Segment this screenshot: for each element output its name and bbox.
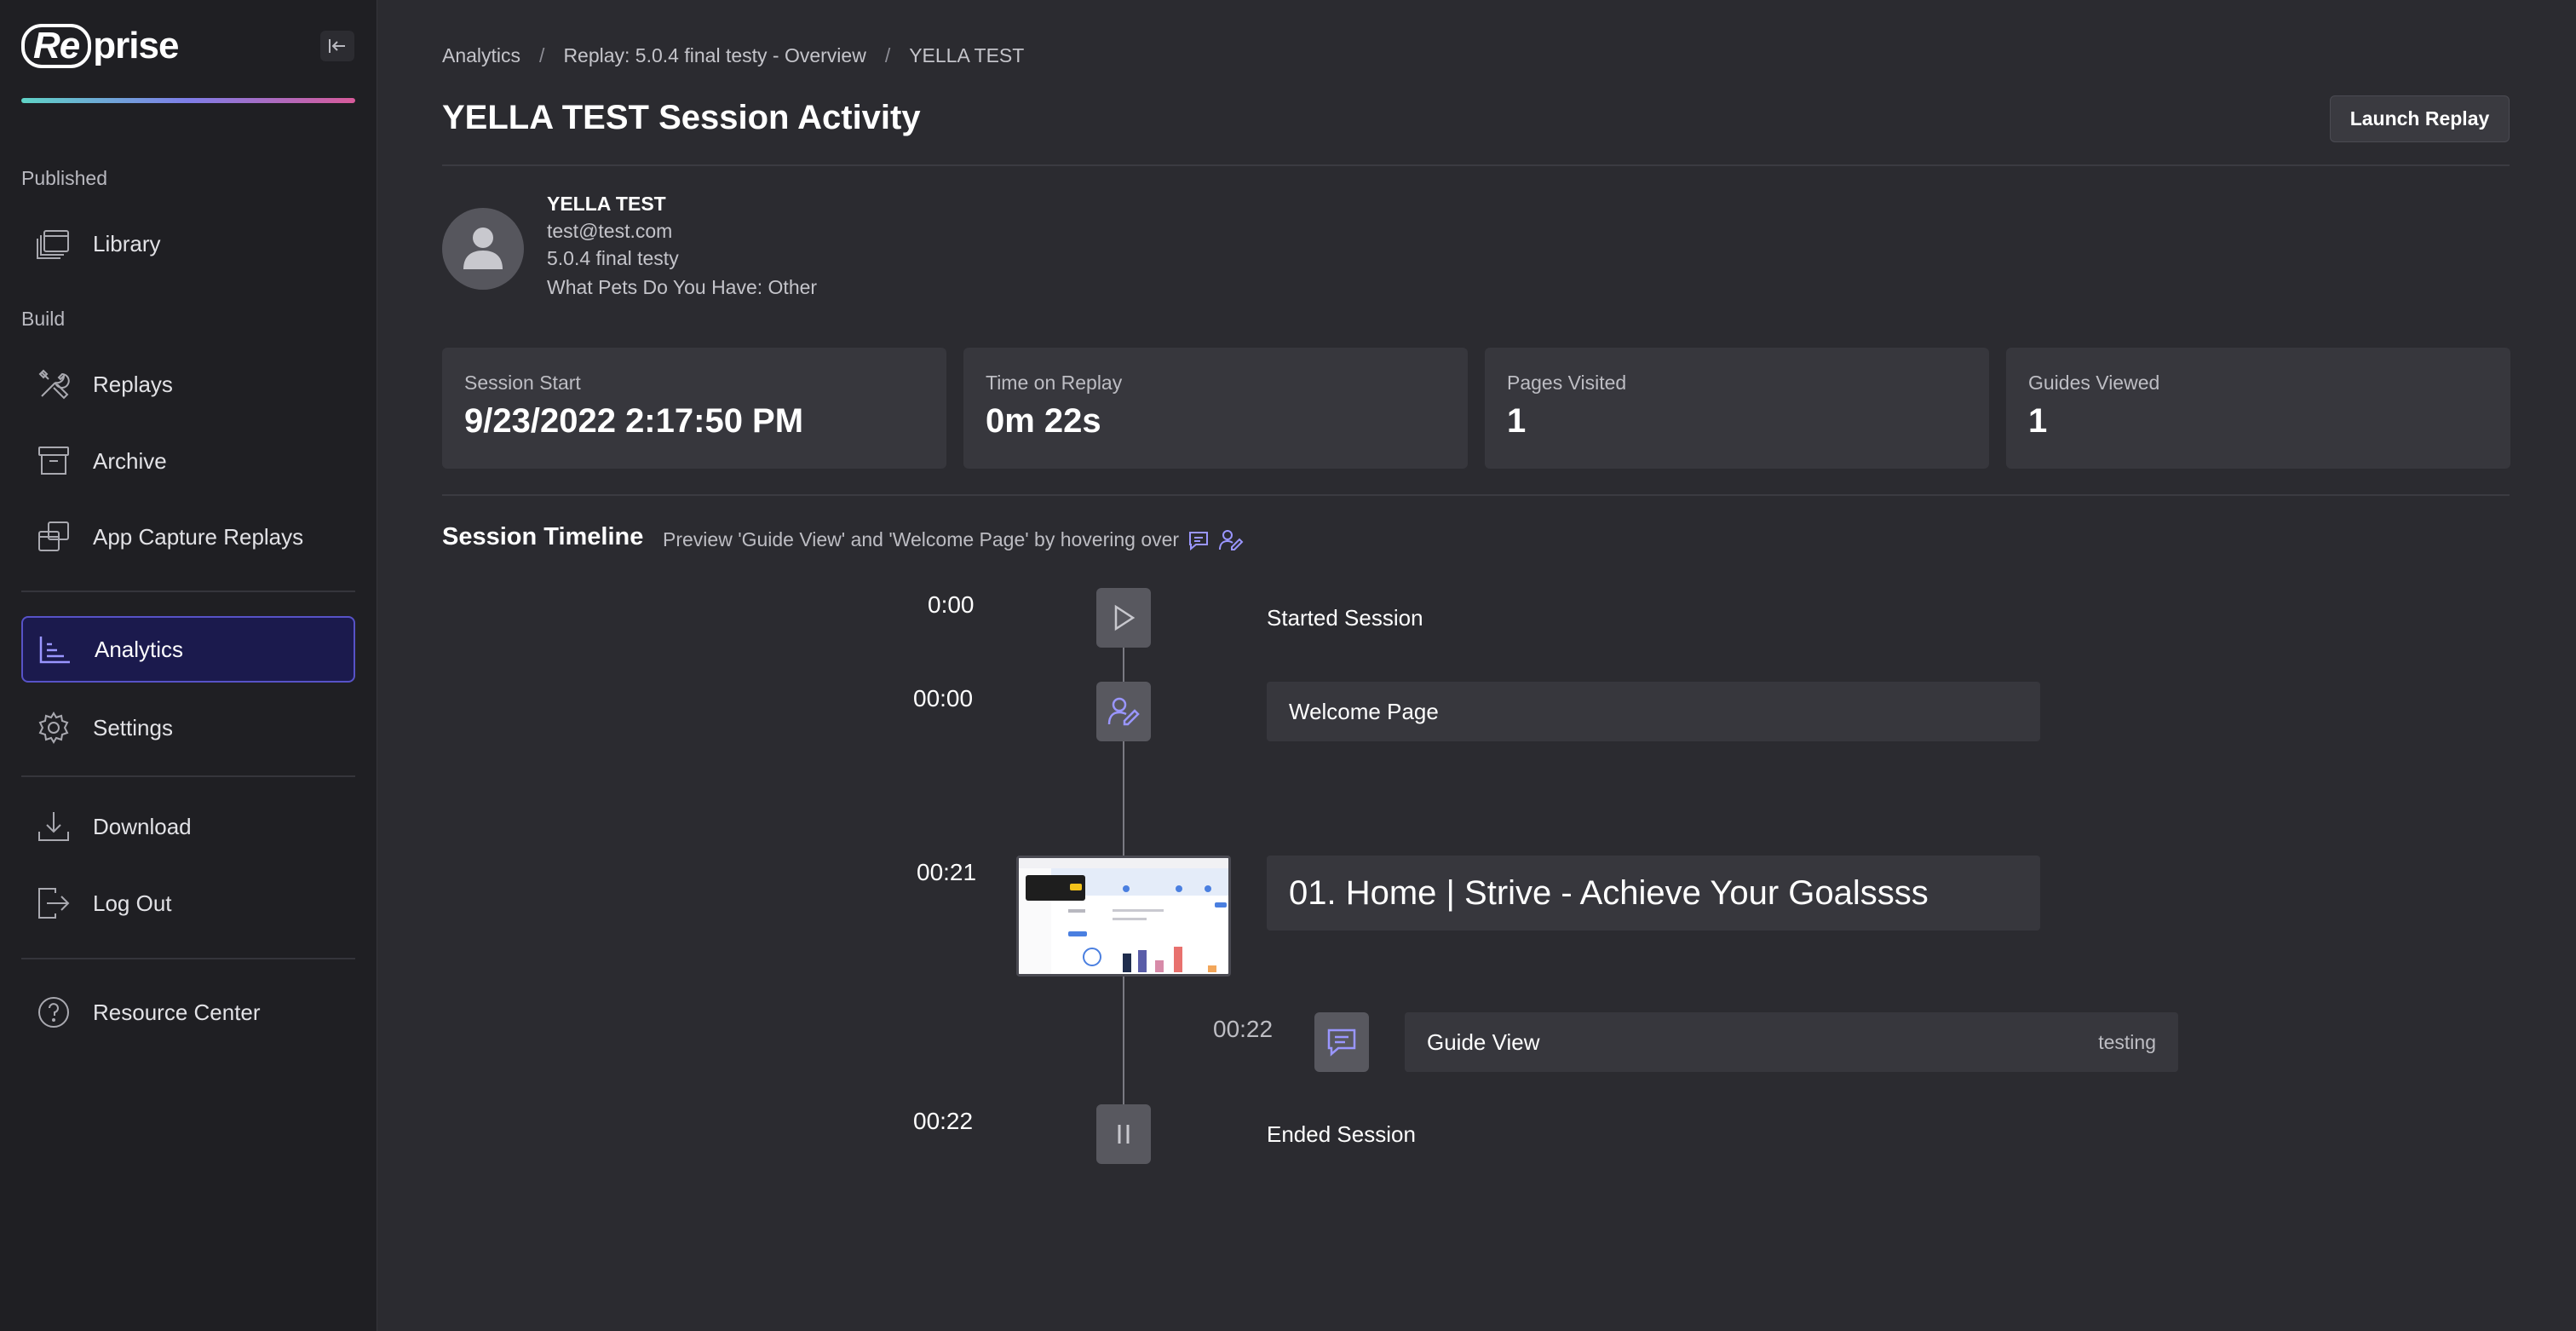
guide-view-event[interactable]: Guide View testing [1405, 1012, 2178, 1072]
archive-icon [35, 442, 72, 480]
event-label: 01. Home | Strive - Achieve Your Goalsss… [1289, 873, 1929, 912]
stat-card-pages-visited: Pages Visited 1 [1485, 348, 1989, 469]
stat-label: Guides Viewed [2028, 372, 2160, 394]
logo-re: Re [21, 24, 92, 68]
header-divider [442, 164, 2510, 166]
help-circle-icon [35, 994, 72, 1031]
timeline-connector [1123, 648, 1124, 682]
sidebar-item-label: Settings [93, 714, 173, 740]
timeline-hint: Preview 'Guide View' and 'Welcome Page' … [663, 528, 1244, 551]
user-custom-field: What Pets Do You Have: Other [547, 276, 818, 298]
welcome-page-event[interactable]: Welcome Page [1267, 682, 2040, 741]
event-time: 00:00 [913, 685, 974, 712]
section-label-build: Build [21, 308, 66, 330]
event-started-session: Started Session [1267, 605, 1423, 631]
breadcrumb-item-replay-overview[interactable]: Replay: 5.0.4 final testy - Overview [563, 44, 865, 67]
sidebar-item-archive[interactable]: Archive [21, 428, 355, 494]
sidebar-item-label: Download [93, 813, 192, 839]
launch-replay-button[interactable]: Launch Replay [2330, 95, 2510, 142]
event-time: 00:21 [917, 859, 977, 885]
message-icon [1327, 1028, 1356, 1057]
stat-label: Time on Replay [986, 372, 1123, 394]
guide-view-node[interactable] [1314, 1012, 1369, 1072]
guide-tag: testing [2098, 1030, 2156, 1053]
sidebar-item-label: Replays [93, 371, 173, 397]
pause-icon [1118, 1125, 1130, 1144]
stat-value: 9/23/2022 2:17:50 PM [464, 402, 804, 440]
user-info: YELLA TEST test@test.com 5.0.4 final tes… [547, 191, 817, 302]
section-label-published: Published [21, 167, 108, 189]
message-icon [1189, 531, 1209, 550]
page-thumbnail[interactable] [1016, 856, 1231, 977]
sidebar-item-label: Library [93, 230, 161, 256]
gear-icon [35, 709, 72, 746]
page-title: YELLA TEST Session Activity [442, 99, 921, 136]
end-node [1096, 1104, 1151, 1164]
user-edit-icon [1107, 697, 1140, 726]
sidebar-item-label: App Capture Replays [93, 523, 304, 550]
collapse-sidebar-button[interactable] [320, 31, 354, 61]
stat-label: Session Start [464, 372, 581, 394]
user-icon [463, 228, 503, 269]
stat-value: 1 [2028, 402, 2048, 440]
sidebar-divider [21, 958, 355, 959]
stat-label: Pages Visited [1507, 372, 1627, 394]
collapse-left-icon [329, 39, 345, 53]
breadcrumb-separator: / [884, 44, 891, 66]
tools-icon [35, 366, 72, 403]
sidebar: Re prise Published Library Build Replays… [0, 0, 377, 1331]
analytics-icon [37, 631, 74, 668]
stat-value: 0m 22s [986, 402, 1101, 440]
user-name: YELLA TEST [547, 193, 666, 215]
breadcrumb-separator: / [539, 44, 545, 66]
welcome-page-node[interactable] [1096, 682, 1151, 741]
sidebar-item-replays[interactable]: Replays [21, 351, 355, 418]
reprise-logo[interactable]: Re prise [21, 24, 179, 68]
stat-card-session-start: Session Start 9/23/2022 2:17:50 PM [442, 348, 946, 469]
sidebar-item-settings[interactable]: Settings [21, 694, 355, 761]
stat-card-guides-viewed: Guides Viewed 1 [2006, 348, 2510, 469]
event-time: 0:00 [928, 591, 975, 618]
brand-gradient-bar [21, 98, 355, 103]
sidebar-divider [21, 775, 355, 777]
sidebar-item-label: Resource Center [93, 999, 261, 1025]
start-node [1096, 588, 1151, 648]
breadcrumb-item-current: YELLA TEST [909, 44, 1025, 66]
event-time: 00:22 [913, 1108, 974, 1134]
breadcrumb: Analytics / Replay: 5.0.4 final testy - … [442, 44, 1024, 67]
logo-prise: prise [93, 25, 179, 66]
download-icon [35, 808, 72, 845]
user-edit-icon [1219, 529, 1244, 550]
sidebar-item-label: Archive [93, 447, 167, 474]
user-replay-name: 5.0.4 final testy [547, 247, 679, 269]
stats-divider [442, 494, 2510, 496]
stat-value: 1 [1507, 402, 1527, 440]
timeline-title: Session Timeline [442, 523, 644, 550]
user-email: test@test.com [547, 220, 673, 242]
app-capture-icon [35, 518, 72, 556]
sidebar-item-download[interactable]: Download [21, 793, 355, 860]
play-icon [1114, 604, 1136, 631]
log-out-icon [35, 884, 72, 922]
library-icon [35, 225, 72, 262]
event-ended-session: Ended Session [1267, 1121, 1416, 1147]
breadcrumb-item-analytics[interactable]: Analytics [442, 44, 520, 67]
stat-card-time-on-replay: Time on Replay 0m 22s [963, 348, 1468, 469]
sidebar-item-log-out[interactable]: Log Out [21, 870, 355, 936]
sidebar-item-label: Log Out [93, 890, 172, 916]
avatar [442, 208, 524, 290]
page-visit-event[interactable]: 01. Home | Strive - Achieve Your Goalsss… [1267, 856, 2040, 931]
event-time: 00:22 [1213, 1016, 1274, 1042]
sidebar-item-resource-center[interactable]: Resource Center [21, 979, 355, 1046]
sidebar-divider [21, 591, 355, 592]
sidebar-item-label: Analytics [95, 636, 184, 662]
main-content: Analytics / Replay: 5.0.4 final testy - … [378, 0, 2576, 1331]
sidebar-item-app-capture-replays[interactable]: App Capture Replays [21, 504, 355, 570]
event-label: Guide View [1427, 1028, 1540, 1055]
sidebar-item-analytics[interactable]: Analytics [21, 616, 355, 683]
timeline-hint-text: Preview 'Guide View' and 'Welcome Page' … [663, 528, 1180, 550]
event-label: Welcome Page [1289, 698, 1439, 724]
sidebar-item-library[interactable]: Library [21, 210, 355, 277]
